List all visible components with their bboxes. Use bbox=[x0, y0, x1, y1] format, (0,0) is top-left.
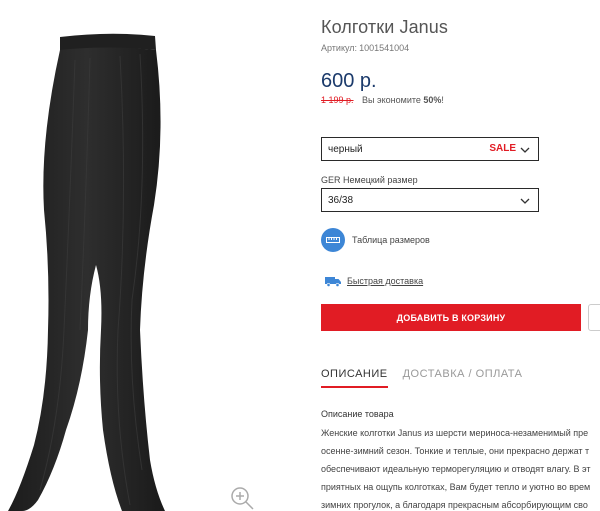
chevron-down-icon bbox=[520, 147, 530, 153]
description-line: зимних прогулок, а благодаря прекрасным … bbox=[321, 500, 588, 510]
tab-delivery-payment[interactable]: ДОСТАВКА / ОПЛАТА bbox=[403, 368, 523, 388]
sku-value: 1001541004 bbox=[359, 43, 410, 53]
savings-percent: 50% bbox=[423, 95, 442, 105]
description-text: Женские колготки Janus из шерсти меринос… bbox=[321, 424, 590, 511]
ruler-icon bbox=[321, 228, 345, 252]
description-line: обеспечивают идеальную терморегуляцию и … bbox=[321, 464, 591, 474]
product-image[interactable] bbox=[0, 0, 300, 511]
savings-row: 1 199 р. Вы экономите 50%! bbox=[321, 95, 444, 105]
size-system-label: GER Немецкий размер bbox=[321, 175, 418, 185]
product-gallery bbox=[0, 0, 300, 511]
color-value: черный bbox=[328, 144, 363, 155]
zoom-in-icon[interactable] bbox=[228, 484, 256, 511]
truck-icon bbox=[325, 277, 341, 287]
chevron-down-icon bbox=[520, 198, 530, 204]
sku-label: Артикул: bbox=[321, 43, 358, 53]
product-sku: Артикул: 1001541004 bbox=[321, 43, 409, 53]
size-table-link[interactable]: Таблица размеров bbox=[321, 227, 430, 253]
description-line: приятных на ощупь колготках, Вам будет т… bbox=[321, 482, 591, 492]
sale-badge: SALE bbox=[489, 143, 516, 154]
product-tabs: ОПИСАНИЕ ДОСТАВКА / ОПЛАТА bbox=[321, 368, 537, 388]
product-info: Колготки Janus Артикул: 1001541004 600 р.… bbox=[321, 0, 600, 511]
description-heading: Описание товара bbox=[321, 409, 394, 419]
current-price: 600 р. bbox=[321, 70, 377, 92]
wishlist-button[interactable] bbox=[588, 304, 600, 331]
savings-end: ! bbox=[441, 95, 444, 105]
add-to-cart-button[interactable]: ДОБАВИТЬ В КОРЗИНУ bbox=[321, 304, 581, 331]
size-select[interactable]: 36/38 bbox=[321, 188, 539, 212]
color-select[interactable]: черный SALE bbox=[321, 137, 539, 161]
old-price: 1 199 р. bbox=[321, 95, 354, 105]
size-value: 36/38 bbox=[328, 195, 354, 206]
description-line: осенне-зимний сезон. Тонкие и теплые, он… bbox=[321, 446, 590, 456]
delivery-label: Быстрая доставка bbox=[347, 276, 424, 286]
tab-description[interactable]: ОПИСАНИЕ bbox=[321, 368, 388, 388]
description-line: Женские колготки Janus из шерсти меринос… bbox=[321, 428, 589, 438]
fast-delivery-link[interactable]: Быстрая доставка bbox=[325, 275, 423, 287]
product-title: Колготки Janus bbox=[321, 17, 448, 37]
savings-text: Вы экономите bbox=[362, 95, 421, 105]
size-table-label: Таблица размеров bbox=[352, 235, 430, 245]
